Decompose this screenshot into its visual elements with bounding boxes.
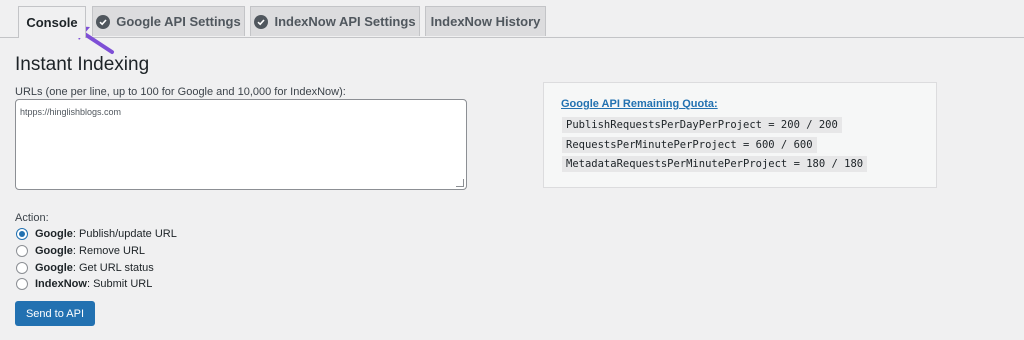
page-title: Instant Indexing <box>15 54 150 75</box>
quota-line: MetadataRequestsPerMinutePerProject = 18… <box>562 156 868 172</box>
action-option-google-remove[interactable]: Google: Remove URL <box>16 244 145 258</box>
tab-label: IndexNow API Settings <box>274 14 416 29</box>
tab-label: Google API Settings <box>116 14 241 29</box>
radio-button[interactable] <box>16 228 28 240</box>
option-text: : Publish/update URL <box>72 228 177 240</box>
send-to-api-button[interactable]: Send to API <box>15 301 95 326</box>
quota-title-link[interactable]: Google API Remaining Quota: <box>561 98 718 110</box>
check-circle-icon <box>254 14 269 29</box>
quota-line: PublishRequestsPerDayPerProject = 200 / … <box>562 117 842 133</box>
tab-indexnow-api-settings[interactable]: IndexNow API Settings <box>250 6 420 36</box>
option-service: Google <box>35 245 73 257</box>
option-text: : Get URL status <box>72 262 154 274</box>
option-text: : Remove URL <box>72 245 146 257</box>
radio-button[interactable] <box>16 278 28 290</box>
urls-textarea[interactable]: htpps://hinglishblogs.com <box>15 99 467 190</box>
urls-label: URLs (one per line, up to 100 for Google… <box>15 86 346 98</box>
radio-button[interactable] <box>16 245 28 257</box>
urls-textarea-value: htpps://hinglishblogs.com <box>20 107 122 117</box>
quota-panel: Google API Remaining Quota: PublishReque… <box>543 82 937 188</box>
action-label: Action: <box>15 212 49 224</box>
tab-console[interactable]: Console <box>18 6 86 38</box>
resize-handle-icon[interactable] <box>456 179 464 187</box>
option-service: IndexNow <box>35 278 87 290</box>
option-text: : Submit URL <box>86 278 153 290</box>
action-option-google-publish[interactable]: Google: Publish/update URL <box>16 227 177 241</box>
radio-button[interactable] <box>16 262 28 274</box>
tab-bar: Console Google API Settings IndexNow API… <box>0 0 1024 38</box>
tab-label: IndexNow History <box>430 14 541 29</box>
action-option-indexnow-submit[interactable]: IndexNow: Submit URL <box>16 277 152 291</box>
quota-line: RequestsPerMinutePerProject = 600 / 600 <box>562 137 817 153</box>
option-service: Google <box>35 228 73 240</box>
option-service: Google <box>35 262 73 274</box>
tab-label: Console <box>26 15 78 30</box>
tab-indexnow-history[interactable]: IndexNow History <box>425 6 546 36</box>
action-option-google-status[interactable]: Google: Get URL status <box>16 261 154 275</box>
